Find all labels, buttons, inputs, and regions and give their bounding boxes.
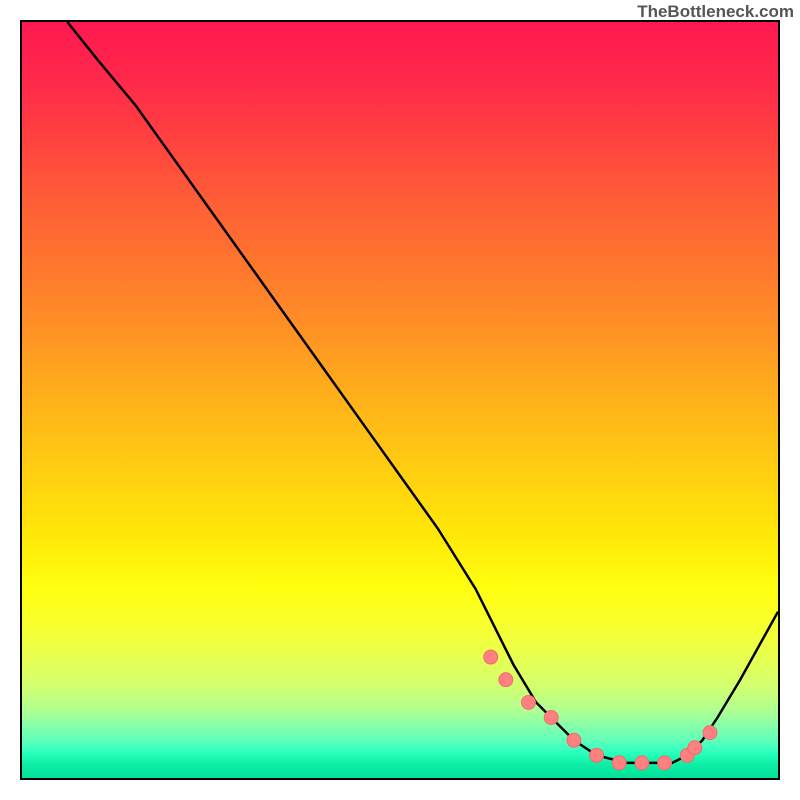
highlight-point — [484, 650, 498, 664]
highlight-points-group — [484, 650, 717, 770]
highlight-point — [612, 756, 626, 770]
highlight-point — [590, 748, 604, 762]
highlight-point — [567, 733, 581, 747]
chart-svg — [22, 22, 778, 778]
bottleneck-curve — [67, 22, 778, 763]
highlight-point — [635, 756, 649, 770]
highlight-point — [522, 695, 536, 709]
highlight-point — [658, 756, 672, 770]
chart-container — [20, 20, 780, 780]
highlight-point — [499, 673, 513, 687]
highlight-point — [544, 711, 558, 725]
highlight-point — [688, 741, 702, 755]
watermark-text: TheBottleneck.com — [637, 2, 794, 22]
highlight-point — [703, 726, 717, 740]
